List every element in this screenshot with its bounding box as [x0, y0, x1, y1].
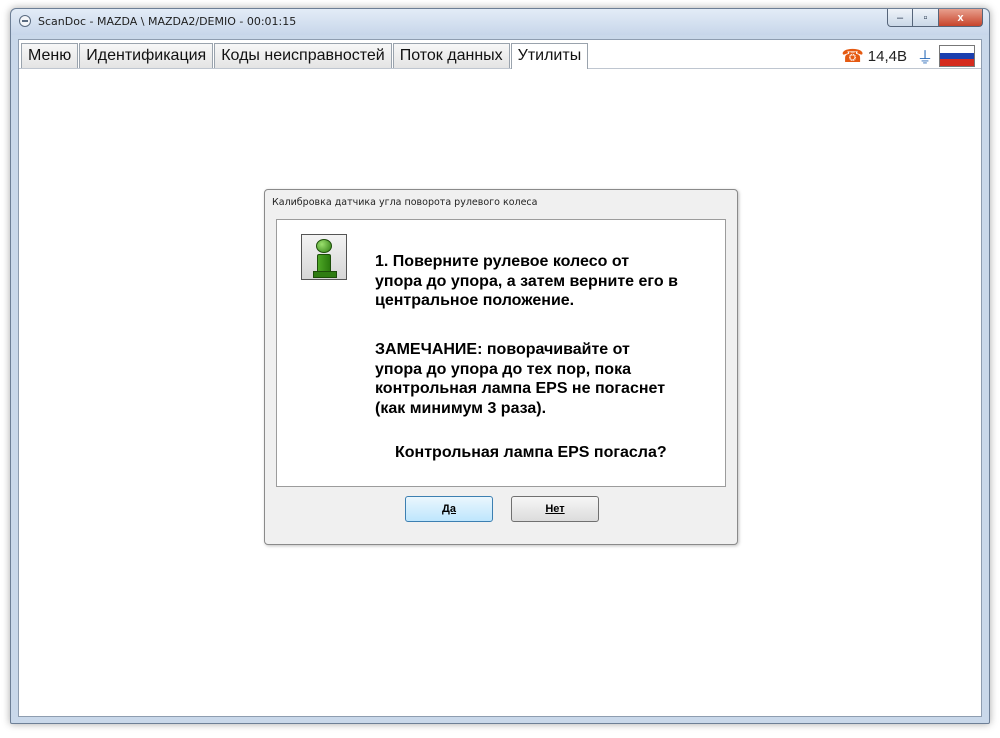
no-button[interactable]: Нет	[511, 496, 599, 522]
window-title: ScanDoc - MAZDA \ MAZDA2/DEMIO - 00:01:1…	[38, 15, 297, 28]
tab-menu[interactable]: Меню	[21, 43, 79, 68]
app-icon[interactable]	[19, 15, 31, 27]
status-area: ☎ 14,4В ⏚	[841, 44, 975, 68]
instruction-question-text: Контрольная лампа EPS погасла?	[395, 444, 667, 461]
client-area: Меню Идентификация Коды неисправностей П…	[18, 39, 982, 717]
close-button[interactable]: x	[939, 9, 983, 27]
yes-button[interactable]: Да	[405, 496, 493, 522]
voltage-readout: 14,4В	[867, 47, 907, 65]
flag-icon	[939, 45, 975, 67]
minimize-button[interactable]: –	[887, 9, 913, 27]
plug-icon: ⏚	[916, 50, 933, 67]
info-icon	[301, 234, 347, 280]
instruction-note-text: ЗАМЕЧАНИЕ: поворачивайте от упора до упо…	[375, 341, 666, 417]
app-window: ScanDoc - MAZDA \ MAZDA2/DEMIO - 00:01:1…	[10, 8, 990, 724]
window-controls: – ▫ x	[887, 9, 983, 29]
tabs: Меню Идентификация Коды неисправностей П…	[21, 43, 589, 69]
flag-stripe-red	[940, 59, 974, 67]
dialog-title: Калибровка датчика угла поворота рулевог…	[272, 197, 538, 208]
tab-fault-codes[interactable]: Коды неисправностей	[214, 43, 392, 68]
phone-icon: ☎	[841, 45, 864, 66]
tab-utilities[interactable]: Утилиты	[510, 43, 589, 69]
maximize-button[interactable]: ▫	[913, 9, 939, 27]
instruction-step-text: 1. Поверните рулевое колесо от упора до …	[375, 253, 678, 309]
tab-bar: Меню Идентификация Коды неисправностей П…	[19, 40, 981, 69]
dialog-body: 1. Поверните рулевое колесо от упора до …	[276, 219, 726, 487]
flag-stripe-white	[940, 46, 974, 53]
title-bar[interactable]: ScanDoc - MAZDA \ MAZDA2/DEMIO - 00:01:1…	[11, 9, 989, 35]
tab-identification[interactable]: Идентификация	[79, 43, 214, 68]
calibration-dialog: Калибровка датчика угла поворота рулевог…	[264, 189, 738, 545]
tab-data-stream[interactable]: Поток данных	[392, 43, 510, 68]
flag-stripe-blue	[940, 52, 974, 60]
